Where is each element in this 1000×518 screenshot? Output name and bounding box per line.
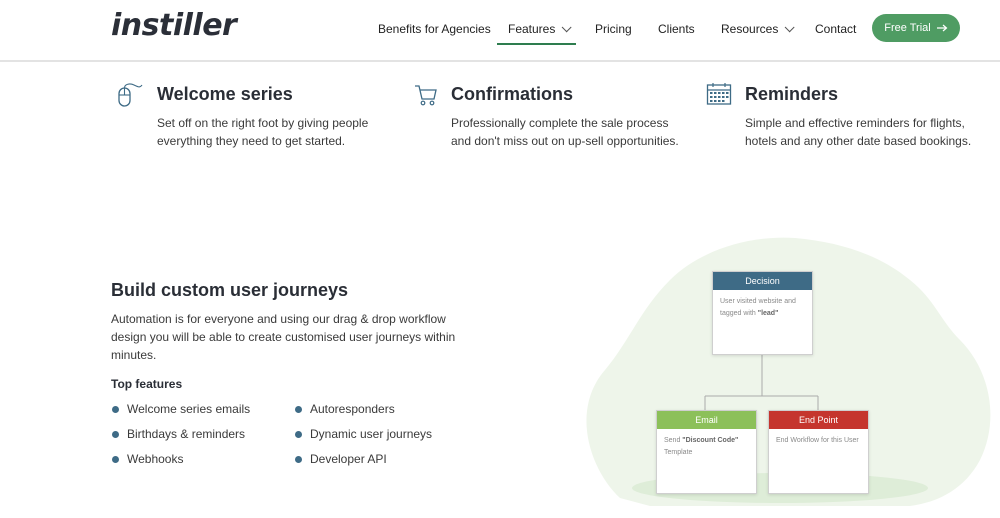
email-card[interactable]: Email Send "Discount Code" Template	[656, 410, 757, 494]
free-trial-button[interactable]: Free Trial	[872, 14, 960, 42]
logo[interactable]: instiller	[111, 8, 237, 43]
workflow-connectors	[704, 352, 819, 410]
list-item: Webhooks	[111, 452, 184, 466]
nav-label: Contact	[815, 22, 857, 36]
feature-title-confirmations: Confirmations	[451, 84, 574, 104]
list-item: Developer API	[295, 452, 387, 466]
card-header: End Point	[769, 411, 868, 429]
card-header: Decision	[713, 272, 812, 290]
section-description: Automation is for everyone and using our…	[111, 312, 456, 362]
nav-features[interactable]: Features	[508, 22, 572, 36]
chevron-down-icon	[562, 22, 572, 33]
decision-card[interactable]: Decision User visited website and tagged…	[712, 271, 813, 355]
nav-label: Pricing	[595, 22, 632, 36]
nav-label: Clients	[658, 22, 695, 36]
feature-desc-confirmations: Professionally complete the sale process…	[451, 116, 679, 148]
nav-resources[interactable]: Resources	[721, 22, 795, 36]
site-header: instiller Benefits for Agencies Features…	[0, 0, 1000, 62]
free-trial-label: Free Trial	[884, 22, 931, 34]
top-features-label: Top features	[111, 377, 183, 391]
nav-benefits-for-agencies[interactable]: Benefits for Agencies	[378, 22, 491, 36]
cart-icon	[415, 85, 437, 106]
list-item: Birthdays & reminders	[111, 427, 246, 441]
arrow-right-icon	[936, 24, 948, 32]
nav-active-indicator	[497, 43, 576, 45]
nav-pricing[interactable]: Pricing	[595, 22, 632, 36]
calendar-icon	[706, 83, 732, 105]
feature-desc-welcome: Set off on the right foot by giving peop…	[157, 116, 369, 148]
nav-clients[interactable]: Clients	[658, 22, 695, 36]
feature-title-reminders: Reminders	[745, 84, 839, 104]
feature-desc-reminders: Simple and effective reminders for fligh…	[745, 116, 972, 148]
section-title: Build custom user journeys	[111, 280, 349, 300]
nav-label: Benefits for Agencies	[378, 22, 491, 36]
feature-title-welcome: Welcome series	[157, 84, 293, 104]
card-header: Email	[657, 411, 756, 429]
end-point-card[interactable]: End Point End Workflow for this User	[768, 410, 869, 494]
list-item: Welcome series emails	[111, 402, 251, 416]
mouse-icon	[118, 83, 143, 107]
nav-label: Resources	[721, 22, 779, 36]
card-body: User visited website and tagged with "le…	[720, 298, 796, 317]
chevron-down-icon	[785, 22, 795, 33]
card-body: Send "Discount Code" Template	[664, 437, 739, 456]
nav-contact[interactable]: Contact	[815, 22, 856, 36]
list-item: Dynamic user journeys	[294, 427, 433, 441]
list-item: Autoresponders	[295, 402, 395, 416]
card-body: End Workflow for this User	[776, 437, 859, 444]
nav-label: Features	[508, 22, 556, 36]
